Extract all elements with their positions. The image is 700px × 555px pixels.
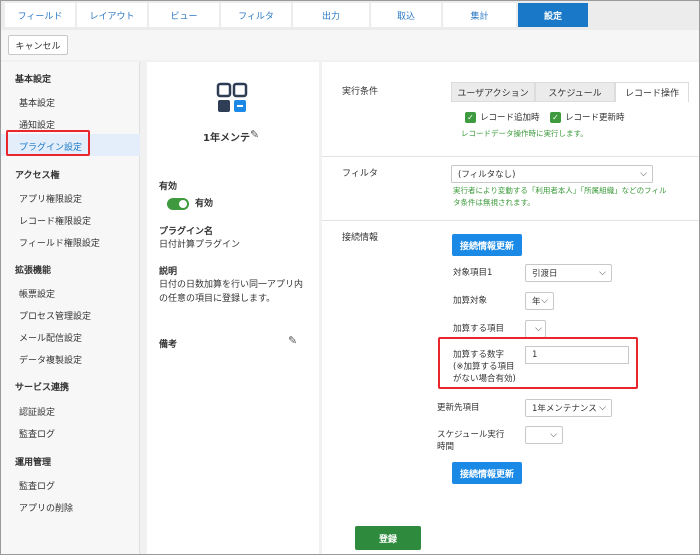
cancel-button[interactable]: キャンセル: [8, 35, 68, 55]
enabled-label: 有効: [159, 182, 178, 192]
tab-output[interactable]: 出力: [293, 3, 369, 27]
sidebar-heading-extension: 拡張機能: [15, 266, 52, 276]
connection-refresh-button[interactable]: 接続情報更新: [452, 234, 522, 256]
enabled-toggle[interactable]: [167, 198, 189, 210]
exec-condition-label: 実行条件: [342, 87, 379, 97]
highlight-box-plugin: [6, 130, 90, 156]
destination-value: 1年メンテナンス: [532, 404, 597, 414]
add-target-select[interactable]: 年 ⌵: [525, 292, 554, 310]
chevron-down-icon: ⌵: [599, 403, 606, 413]
record-add-label: レコード追加時: [480, 113, 540, 123]
sidebar-item-process[interactable]: プロセス管理設定: [19, 309, 91, 322]
sidebar-heading-operation: 運用管理: [15, 458, 52, 468]
schedule-time-label-2: 時間: [437, 442, 455, 452]
tab-aggregate[interactable]: 集計: [443, 3, 516, 27]
chevron-down-icon: ⌵: [541, 296, 548, 306]
filter-label: フィルタ: [342, 169, 378, 179]
target-item-select[interactable]: 引渡日 ⌵: [525, 264, 612, 282]
divider-2: [322, 220, 700, 221]
tab-layout[interactable]: レイアウト: [77, 3, 147, 27]
sidebar-heading-basic: 基本設定: [15, 75, 52, 85]
sidebar-item-field-permission[interactable]: フィールド権限設定: [19, 236, 100, 249]
destination-select[interactable]: 1年メンテナンス ⌵: [525, 399, 612, 417]
add-target-value: 年: [532, 297, 541, 307]
filter-select-value: (フィルタなし): [458, 170, 516, 180]
tab-settings[interactable]: 設定: [518, 3, 588, 27]
sidebar-item-app-permission[interactable]: アプリ権限設定: [19, 192, 82, 205]
chevron-down-icon: ⌵: [535, 324, 542, 334]
sidebar-heading-service: サービス連携: [15, 383, 70, 393]
sidebar-item-audit-log-2[interactable]: 監査ログ: [19, 479, 55, 492]
plugin-info-panel: 1年メンテ ✎ 有効 有効 プラグイン名 日付計算プラグイン 説明 日付の日数加…: [147, 62, 319, 555]
description-label: 説明: [159, 267, 178, 277]
add-item-select[interactable]: ⌵: [525, 320, 546, 338]
subtab-schedule[interactable]: スケジュール: [535, 82, 615, 102]
tab-import[interactable]: 取込: [371, 3, 441, 27]
connection-refresh-button-2[interactable]: 接続情報更新: [452, 462, 522, 484]
connection-label: 接続情報: [342, 233, 379, 243]
memo-label: 備考: [159, 340, 178, 350]
schedule-time-select[interactable]: ⌵: [525, 426, 563, 444]
target-item-value: 引渡日: [532, 269, 558, 279]
target-item-label: 対象項目1: [453, 268, 493, 278]
tab-view[interactable]: ビュー: [149, 3, 219, 27]
plugin-name-value: 日付計算プラグイン: [159, 240, 241, 250]
sidebar-item-data-copy[interactable]: データ複製設定: [19, 353, 82, 366]
highlight-box-add-number: [438, 337, 638, 389]
record-update-checkbox[interactable]: ✓: [550, 112, 561, 123]
edit-title-icon[interactable]: ✎: [250, 128, 259, 141]
description-line-2: の任意の項目に登録します。: [159, 294, 276, 304]
chevron-down-icon: ⌵: [599, 268, 606, 278]
subtab-record-operation[interactable]: レコード操作: [615, 82, 689, 102]
save-button[interactable]: 登録: [355, 526, 421, 550]
sidebar-item-record-permission[interactable]: レコード権限設定: [19, 214, 91, 227]
sidebar-item-basic[interactable]: 基本設定: [19, 96, 55, 109]
tab-field[interactable]: フィールド: [5, 3, 75, 27]
add-item-label: 加算する項目: [453, 324, 505, 334]
enabled-value: 有効: [195, 199, 214, 209]
sidebar-item-delete-app[interactable]: アプリの削除: [19, 501, 73, 514]
filter-note-line-1: 実行者により変動する「利用者本人」「所属組織」などのフィル: [453, 186, 667, 195]
sidebar-heading-access: アクセス権: [15, 171, 60, 181]
add-target-label: 加算対象: [453, 296, 488, 306]
filter-select[interactable]: (フィルタなし) ⌵: [451, 165, 653, 183]
schedule-time-label-1: スケジュール実行: [437, 430, 505, 440]
destination-label: 更新先項目: [437, 403, 480, 413]
plugin-icon: [216, 82, 248, 112]
divider-1: [322, 156, 700, 157]
toolbar: キャンセル: [0, 30, 700, 60]
tab-filter[interactable]: フィルタ: [221, 3, 291, 27]
chevron-down-icon: ⌵: [550, 430, 557, 440]
plugin-config-panel: 実行条件 ユーザアクション スケジュール レコード操作 ✓ レコード追加時 ✓ …: [322, 62, 700, 555]
plugin-name-label: プラグイン名: [159, 227, 214, 237]
record-add-checkbox[interactable]: ✓: [465, 112, 476, 123]
filter-note-line-2: タ条件は無視されます。: [453, 198, 535, 207]
top-tab-bar: フィールド レイアウト ビュー フィルタ 出力 取込 集計 設定: [0, 0, 700, 30]
chevron-down-icon: ⌵: [640, 169, 647, 179]
sidebar-item-mail[interactable]: メール配信設定: [19, 331, 82, 344]
exec-note: レコードデータ操作時に実行します。: [461, 129, 588, 138]
sidebar-item-report[interactable]: 帳票設定: [19, 287, 55, 300]
description-line-1: 日付の日数加算を行い同一アプリ内: [159, 280, 304, 290]
record-update-label: レコード更新時: [565, 113, 625, 123]
edit-memo-icon[interactable]: ✎: [288, 334, 297, 347]
subtab-user-action[interactable]: ユーザアクション: [451, 82, 535, 102]
sidebar-item-audit-log[interactable]: 監査ログ: [19, 427, 55, 440]
sidebar-item-auth[interactable]: 認証設定: [19, 405, 55, 418]
plugin-title: 1年メンテ: [203, 133, 250, 144]
